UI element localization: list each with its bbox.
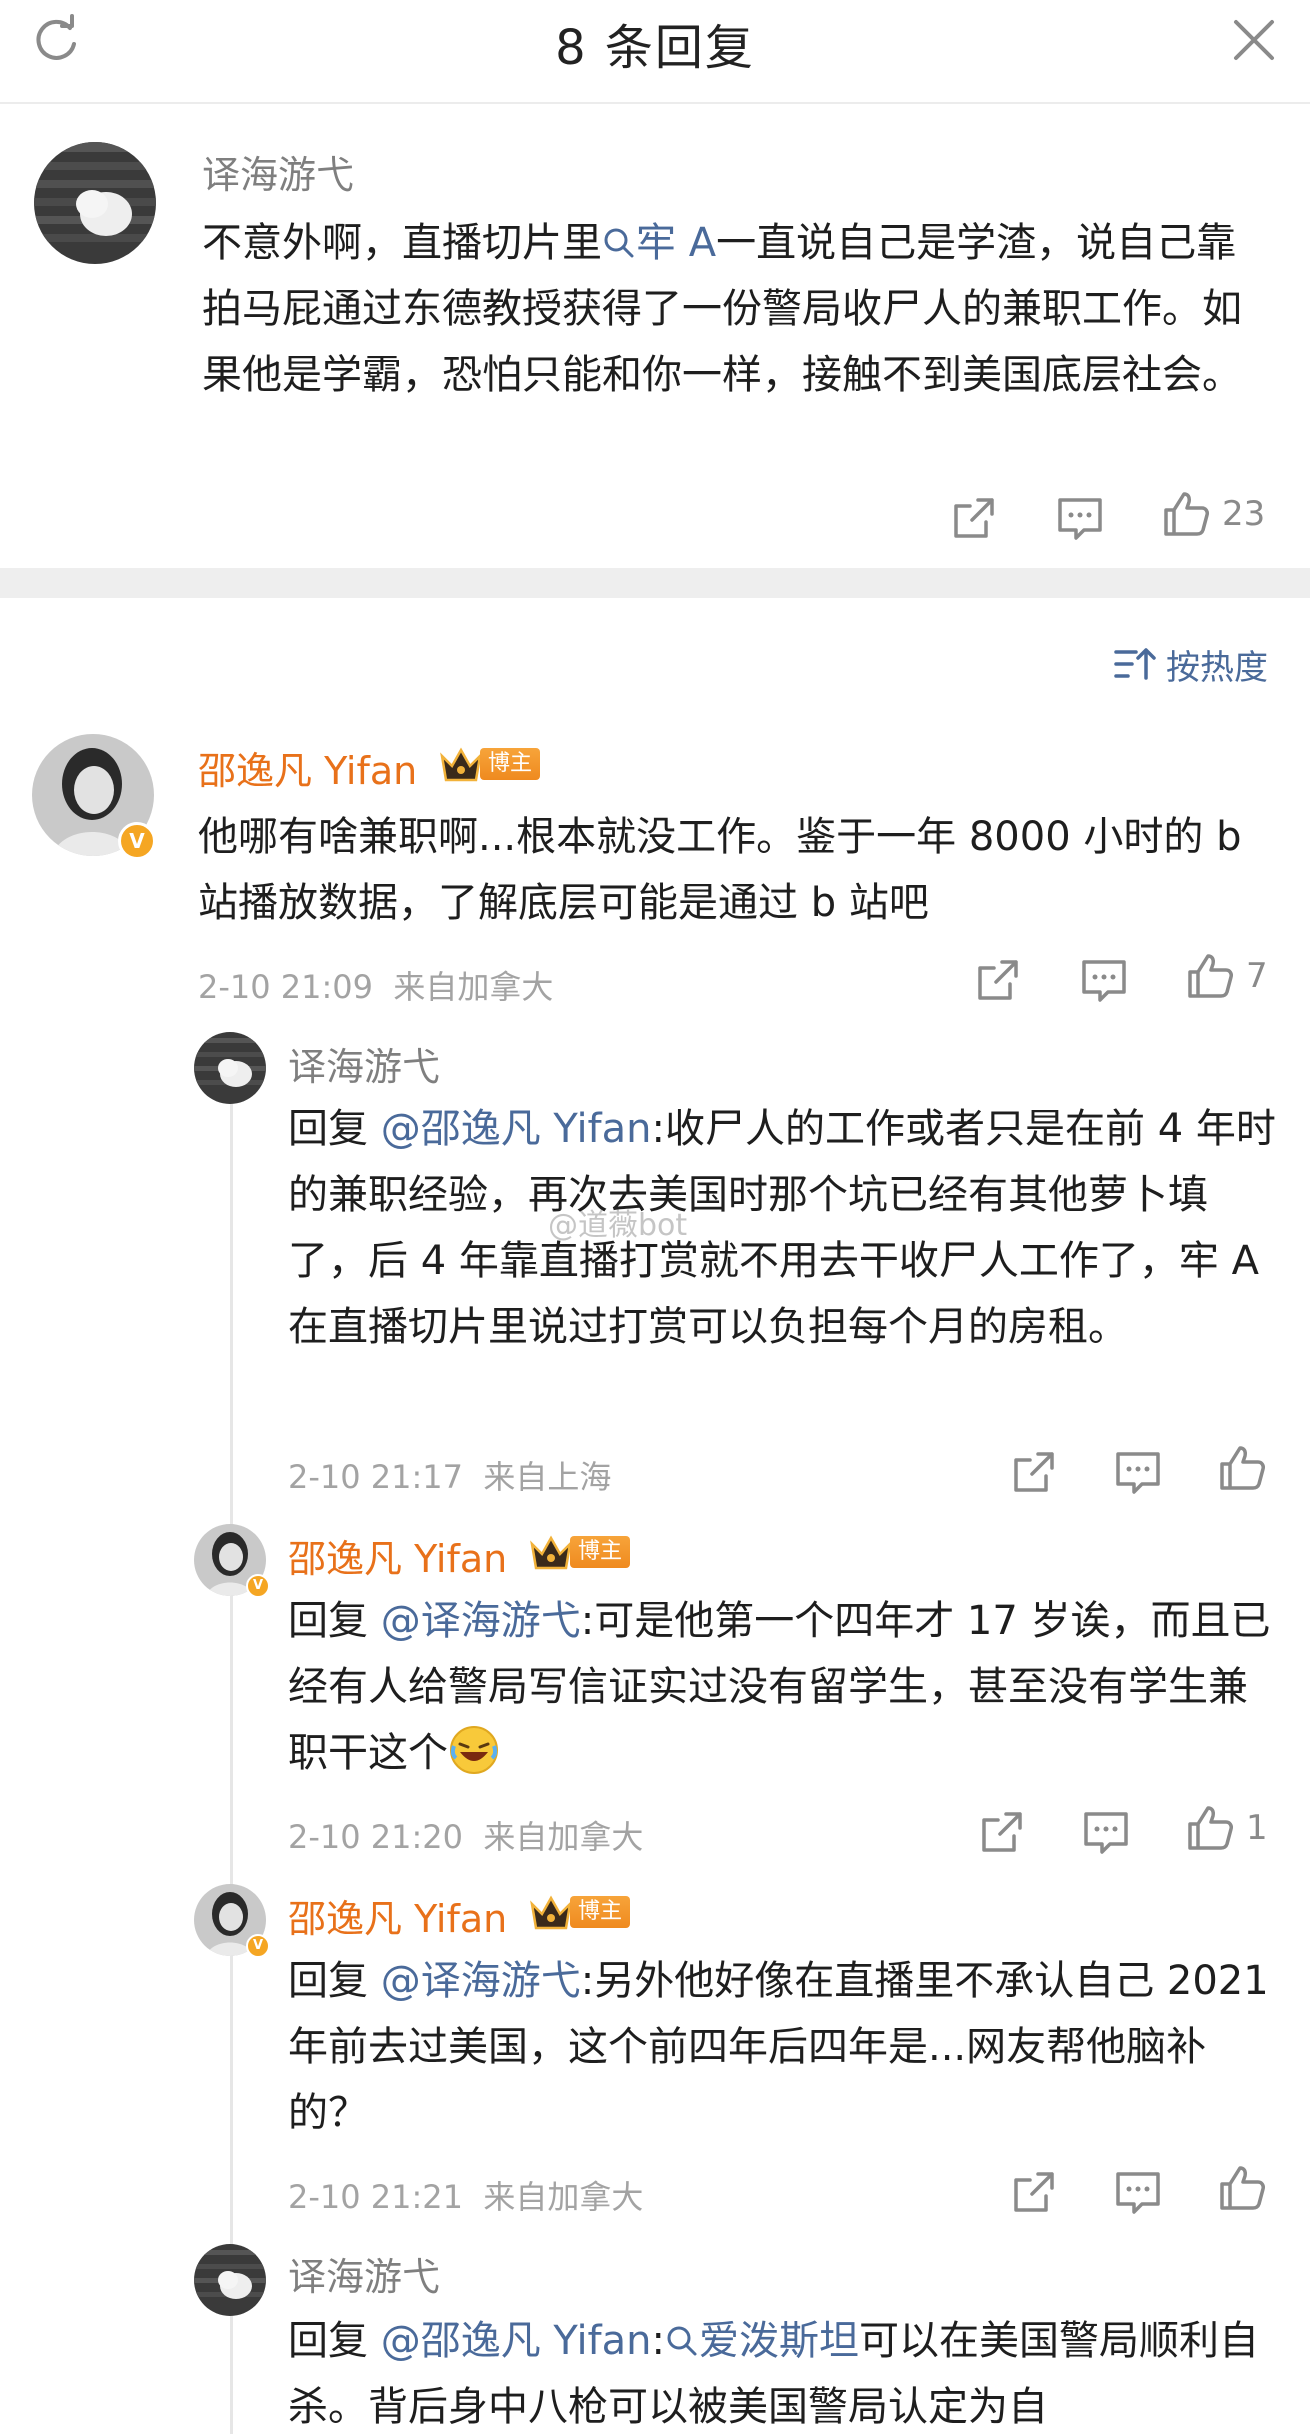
topic-link[interactable]: 爱泼斯坦 — [665, 2318, 859, 2364]
crown-icon — [530, 1535, 572, 1570]
avatar[interactable] — [34, 142, 156, 264]
share-icon[interactable] — [976, 1806, 1028, 1858]
watermark: @道薇bot — [548, 1208, 688, 1243]
like-icon[interactable] — [1184, 950, 1236, 1002]
username[interactable]: 邵逸凡 Yifan — [198, 740, 417, 795]
mention-link[interactable]: @译海游弋 — [381, 1958, 581, 2004]
like-icon[interactable] — [1160, 488, 1212, 540]
reply-text: 回复 @译海游弋:可是他第一个四年才 17 岁诶，而且已经有人给警局写信证实过没… — [288, 1598, 1271, 1776]
username[interactable]: 译海游弋 — [288, 1036, 440, 1091]
timestamp: 2-10 21:17 — [288, 1458, 464, 1496]
share-icon[interactable] — [1008, 1446, 1060, 1498]
reply-meta: 2-10 21:20 来自加拿大 — [288, 1812, 643, 1858]
verified-icon: V — [246, 1934, 270, 1958]
crown-icon — [440, 747, 482, 782]
comment-icon[interactable] — [1112, 1446, 1164, 1498]
comment-icon[interactable] — [1112, 2166, 1164, 2218]
share-icon[interactable] — [948, 492, 1000, 544]
reply-text: 他哪有啥兼职啊...根本就没工作。鉴于一年 8000 小时的 b 站播放数据，了… — [198, 814, 1242, 926]
close-icon[interactable] — [1228, 14, 1280, 66]
main-comment: 译海游弋 不意外啊，直播切片里牢 A一直说自己是学渣，说自己靠拍马屁通过东德教授… — [0, 104, 1310, 568]
crown-icon — [530, 1895, 572, 1930]
section-divider — [0, 568, 1310, 598]
username[interactable]: 译海游弋 — [288, 2246, 440, 2301]
comment-icon[interactable] — [1054, 492, 1106, 544]
verified-icon: V — [246, 1574, 270, 1598]
reply-text: 回复 @邵逸凡 Yifan: 爱泼斯坦可以在美国警局顺利自杀。背后身中八枪可以被美… — [288, 2318, 1259, 2430]
blogger-badge: 博主 — [528, 1892, 631, 1932]
like-icon[interactable] — [1216, 1442, 1268, 1494]
reply-meta: 2-10 21:21 来自加拿大 — [288, 2172, 643, 2218]
timestamp: 2-10 21:20 — [288, 1818, 464, 1856]
username[interactable]: 邵逸凡 Yifan — [288, 1888, 507, 1943]
reply-meta: 2-10 21:17 来自上海 — [288, 1452, 611, 1498]
location: 来自加拿大 — [483, 1818, 644, 1856]
thread-line — [230, 1100, 233, 2434]
avatar[interactable] — [194, 1032, 266, 1104]
timestamp: 2-10 21:09 — [198, 968, 374, 1006]
reply-meta: 2-10 21:09 来自加拿大 — [198, 962, 553, 1008]
page-title: 8 条回复 — [555, 20, 755, 76]
search-icon — [604, 228, 634, 258]
like-count: 23 — [1222, 494, 1266, 534]
username[interactable]: 译海游弋 — [202, 144, 354, 199]
reply-text: 回复 @邵逸凡 Yifan:收尸人的工作或者只是在前 4 年时的兼职经验，再次去… — [288, 1106, 1276, 1350]
mention-link[interactable]: @邵逸凡 Yifan — [381, 1106, 652, 1152]
sort-toggle[interactable]: 按热度 — [1112, 638, 1268, 690]
topic-link[interactable]: 牢 A — [602, 220, 716, 266]
blogger-badge: 博主 — [528, 1532, 631, 1572]
like-count: 7 — [1246, 956, 1268, 996]
mention-link[interactable]: @译海游弋 — [381, 1598, 581, 1644]
search-icon — [667, 2326, 697, 2356]
comment-icon[interactable] — [1080, 1806, 1132, 1858]
verified-icon: V — [118, 822, 156, 860]
laughing-emoji-icon — [450, 1726, 498, 1774]
sort-icon — [1114, 648, 1156, 680]
avatar[interactable] — [194, 2244, 266, 2316]
badge-label: 博主 — [570, 1896, 631, 1928]
like-count: 1 — [1246, 1808, 1268, 1848]
blogger-badge: 博主 — [438, 744, 541, 784]
sort-label: 按热度 — [1166, 647, 1268, 688]
comment-text: 不意外啊，直播切片里牢 A一直说自己是学渣，说自己靠拍马屁通过东德教授获得了一份… — [202, 210, 1262, 408]
timestamp: 2-10 21:21 — [288, 2178, 464, 2216]
location: 来自上海 — [483, 1458, 612, 1496]
like-icon[interactable] — [1216, 2162, 1268, 2214]
username[interactable]: 邵逸凡 Yifan — [288, 1528, 507, 1583]
badge-label: 博主 — [570, 1536, 631, 1568]
location: 来自加拿大 — [393, 968, 554, 1006]
mention-link[interactable]: @邵逸凡 Yifan — [381, 2318, 652, 2364]
reply-text: 回复 @译海游弋:另外他好像在直播里不承认自己 2021年前去过美国，这个前四年… — [288, 1958, 1269, 2136]
share-icon[interactable] — [972, 954, 1024, 1006]
header-bar: 8 条回复 — [0, 0, 1310, 104]
comment-text-part: 不意外啊，直播切片里 — [202, 220, 602, 266]
location: 来自加拿大 — [483, 2178, 644, 2216]
share-icon[interactable] — [1008, 2166, 1060, 2218]
like-icon[interactable] — [1184, 1802, 1236, 1854]
comment-icon[interactable] — [1078, 954, 1130, 1006]
badge-label: 博主 — [480, 748, 541, 780]
